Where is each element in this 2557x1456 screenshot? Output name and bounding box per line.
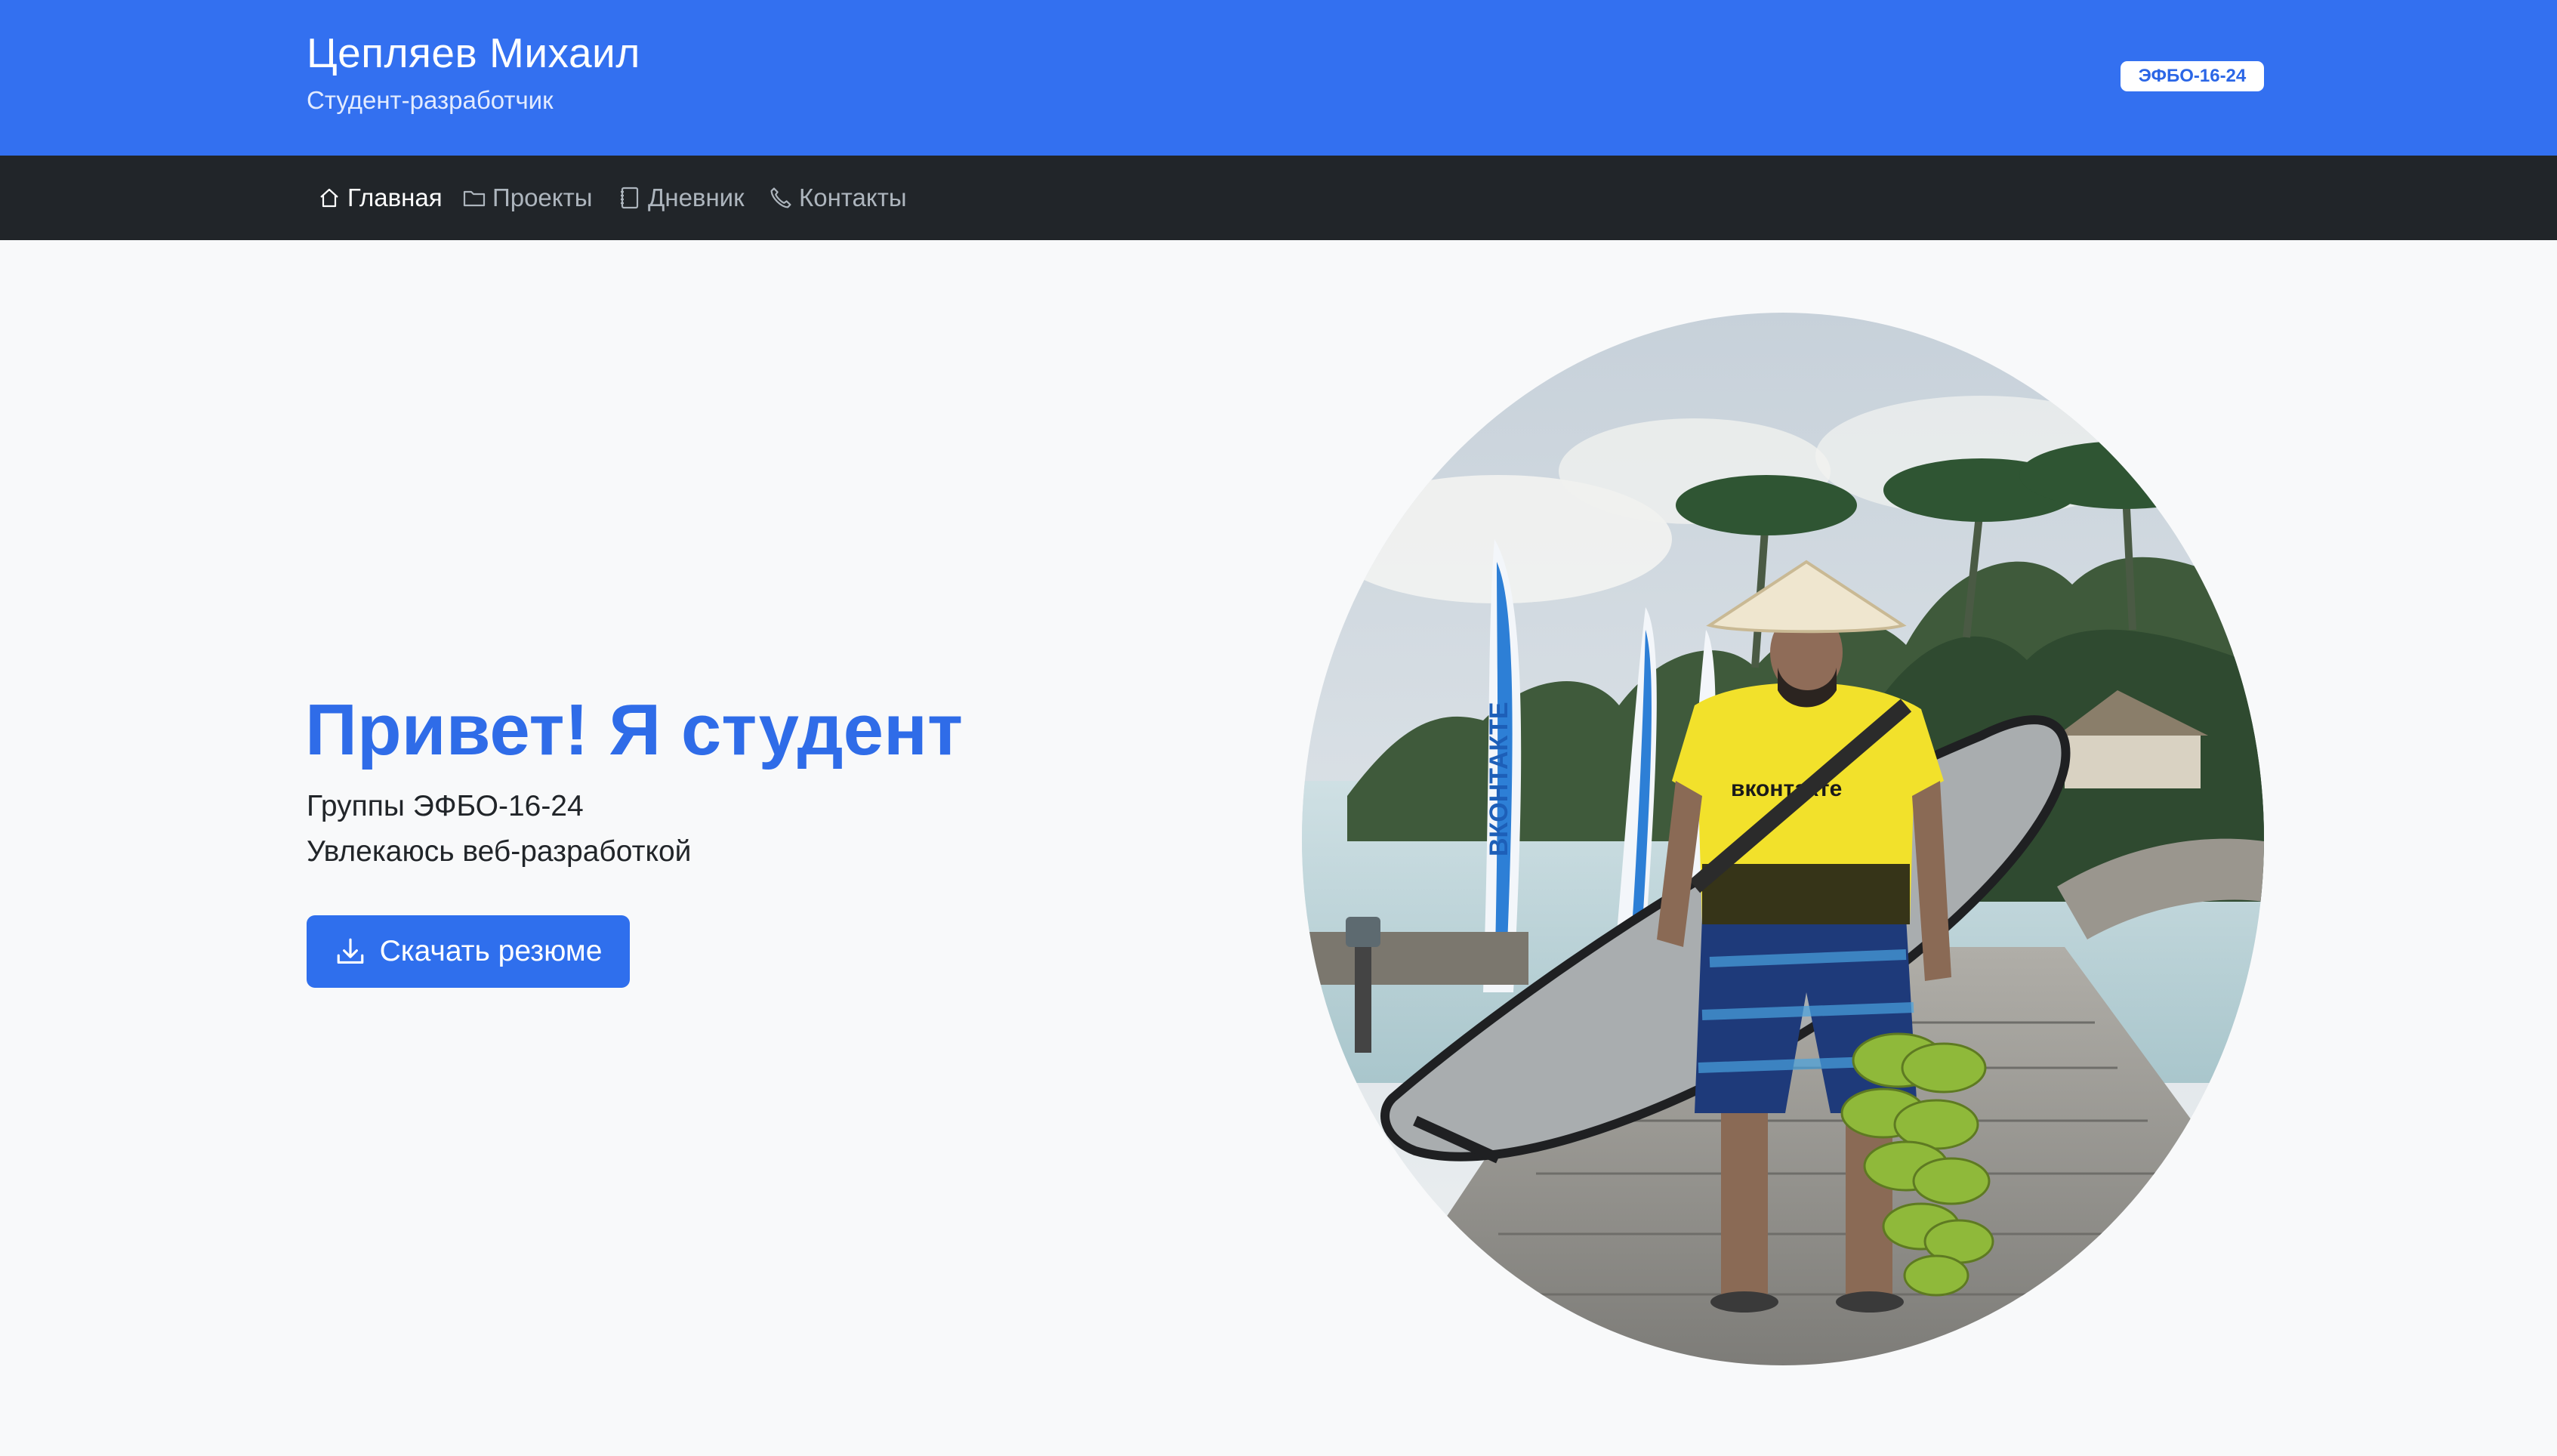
profile-photo-illustration: ВКОНТАКТЕ вконтакте <box>1302 313 2264 1365</box>
flag-text: ВКОНТАКТЕ <box>1485 702 1513 856</box>
journal-icon <box>621 187 639 209</box>
hero-hobby-text: Увлекаюсь веб-разработкой <box>307 835 692 868</box>
nav-item-projects[interactable]: Проекты <box>462 156 592 240</box>
nav-item-label: Дневник <box>648 184 745 211</box>
nav-item-contacts[interactable]: Контакты <box>769 156 907 240</box>
home-icon <box>320 188 338 208</box>
nav-item-label: Главная <box>347 184 443 211</box>
hero-title: Привет! Я студент <box>305 689 963 770</box>
download-resume-button[interactable]: Скачать резюме <box>307 915 630 988</box>
group-badge: ЭФБО-16-24 <box>2121 61 2264 91</box>
profile-photo: ВКОНТАКТЕ вконтакте <box>1302 313 2264 1365</box>
download-icon <box>337 938 363 964</box>
download-resume-label: Скачать резюме <box>379 935 603 967</box>
site-owner-name[interactable]: Цепляев Михаил <box>307 29 640 77</box>
site-subtitle: Студент-разработчик <box>307 86 554 114</box>
nav-item-label: Контакты <box>799 184 907 211</box>
hero-group-text: Группы ЭФБО-16-24 <box>307 790 584 822</box>
nav-item-label: Проекты <box>492 184 593 211</box>
folder-icon <box>463 190 486 207</box>
nav-item-home[interactable]: Главная <box>317 156 443 240</box>
phone-icon <box>770 187 791 208</box>
nav-item-diary[interactable]: Дневник <box>618 156 745 240</box>
